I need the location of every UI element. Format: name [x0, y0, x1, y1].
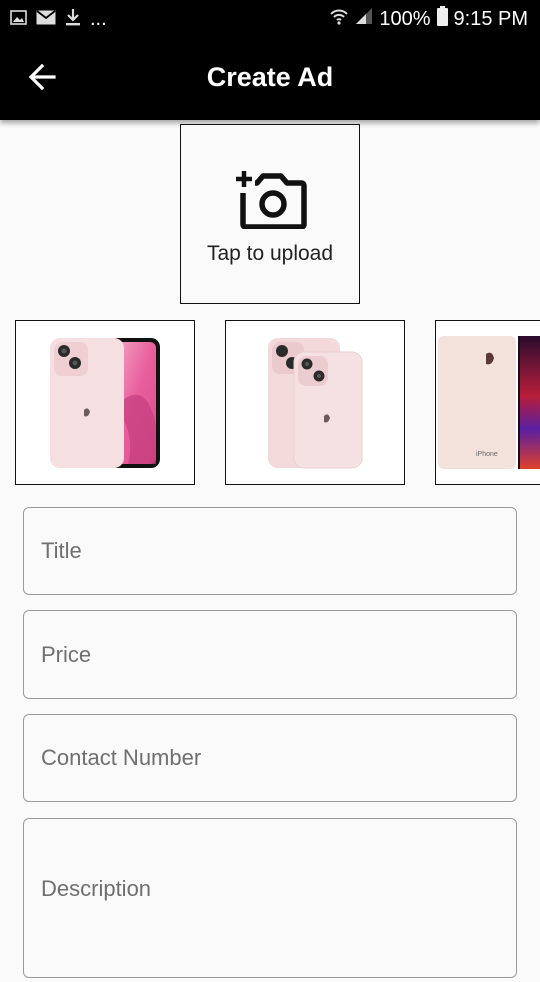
phone-image-2 [268, 338, 363, 469]
description-field[interactable] [23, 818, 517, 978]
battery-level: 100% [379, 7, 431, 30]
wifi-icon [329, 7, 349, 31]
contact-number-field[interactable] [23, 714, 517, 802]
more-notifications: ... [90, 8, 107, 30]
page-title: Create Ad [206, 62, 334, 92]
thumbnail-1[interactable] [15, 320, 195, 485]
battery-icon [436, 6, 448, 32]
download-notification-icon [65, 8, 81, 31]
upload-label: Tap to upload [206, 242, 334, 265]
status-bar: ... 100% 9:15 PM [0, 0, 540, 37]
price-input[interactable] [24, 611, 516, 698]
clock: 9:15 PM [453, 7, 528, 30]
mail-notification-icon [36, 9, 56, 30]
signal-icon [355, 7, 373, 31]
thumbnail-2[interactable] [225, 320, 405, 485]
app-bar: Create Ad [0, 37, 540, 120]
thumbnail-3[interactable]: iPhone [435, 320, 540, 485]
gallery-notification-icon [10, 9, 27, 30]
image-upload-button[interactable]: Tap to upload [180, 124, 360, 304]
contact-number-input[interactable] [24, 715, 516, 801]
title-field[interactable] [23, 507, 517, 595]
phone-image-1 [50, 338, 160, 468]
thumbnail-strip[interactable]: iPhone [0, 320, 540, 486]
add-photo-icon [233, 163, 307, 234]
phone-image-3: iPhone [438, 336, 540, 469]
svg-text:iPhone: iPhone [476, 451, 498, 458]
title-input[interactable] [24, 508, 516, 594]
description-input[interactable] [24, 819, 516, 977]
price-field[interactable] [23, 610, 517, 699]
